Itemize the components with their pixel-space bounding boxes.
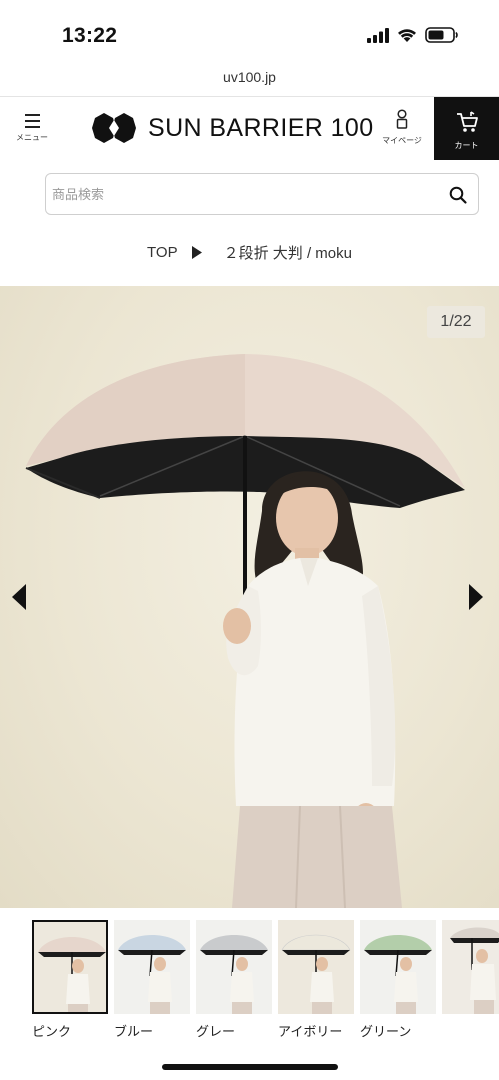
prev-arrow-icon[interactable] — [10, 582, 30, 612]
thumbnail-caption: グレー — [196, 1024, 236, 1039]
thumbnail-image — [196, 920, 272, 1014]
wifi-icon — [398, 28, 416, 42]
thumbnail-image — [360, 920, 436, 1014]
next-arrow-icon[interactable] — [465, 582, 485, 612]
breadcrumb: TOP ２段折 大判 / moku — [0, 240, 499, 264]
mypage-label: マイページ — [382, 136, 422, 145]
signal-icon — [367, 27, 389, 43]
brand-logo-icon — [92, 113, 136, 143]
thumbnail-strip: ピンク ブルー グレー アイボリー グリーン — [0, 918, 499, 1048]
status-icons — [367, 27, 459, 43]
menu-label: メニュー — [16, 133, 48, 142]
breadcrumb-arrow-icon — [191, 245, 202, 259]
thumbnail-caption: ピンク — [32, 1024, 72, 1039]
breadcrumb-top-link[interactable]: TOP — [147, 244, 178, 261]
thumbnail-caption: グリーン — [360, 1024, 412, 1039]
product-photo-umbrella-model — [25, 354, 465, 908]
mypage-button[interactable]: マイページ — [380, 109, 424, 149]
status-bar: 13:22 — [0, 0, 499, 62]
search-box — [45, 173, 479, 215]
slide-counter: 1/22 — [427, 306, 485, 338]
brand-name: SUN BARRIER 100 — [148, 113, 374, 142]
search-icon[interactable] — [448, 185, 468, 205]
cart-label: カート — [454, 141, 479, 150]
thumbnail-green[interactable]: グリーン — [360, 920, 436, 1040]
battery-icon — [425, 27, 458, 43]
address-bar[interactable]: uv100.jp — [0, 62, 499, 96]
thumbnail-blue[interactable]: ブルー — [114, 920, 190, 1040]
breadcrumb-current: ２段折 大判 / moku — [223, 244, 352, 262]
brand-logo[interactable]: SUN BARRIER 100 — [88, 111, 374, 145]
menu-button[interactable]: メニュー — [10, 105, 54, 151]
thumbnail-ivory[interactable]: アイボリー — [278, 920, 354, 1040]
thumbnail-partial[interactable] — [442, 920, 499, 1021]
thumbnail-image — [32, 920, 108, 1014]
cart-icon — [456, 111, 478, 132]
thumbnail-pink[interactable]: ピンク — [32, 920, 108, 1040]
status-time: 13:22 — [62, 24, 118, 47]
thumbnail-image — [278, 920, 354, 1014]
thumbnail-caption: アイボリー — [278, 1024, 343, 1039]
home-indicator[interactable] — [162, 1064, 338, 1070]
thumbnail-caption: ブルー — [114, 1024, 154, 1039]
mypage-icon — [396, 109, 408, 129]
thumbnail-image — [442, 920, 499, 1014]
menu-icon — [24, 114, 40, 128]
cart-button[interactable]: カート — [434, 97, 499, 160]
thumbnail-image — [114, 920, 190, 1014]
search-input[interactable] — [52, 180, 432, 208]
product-image-carousel[interactable]: 1/22 — [0, 286, 499, 908]
site-header: メニュー SUN BARRIER 100 マイページ カート — [0, 96, 499, 160]
thumbnail-gray[interactable]: グレー — [196, 920, 272, 1040]
